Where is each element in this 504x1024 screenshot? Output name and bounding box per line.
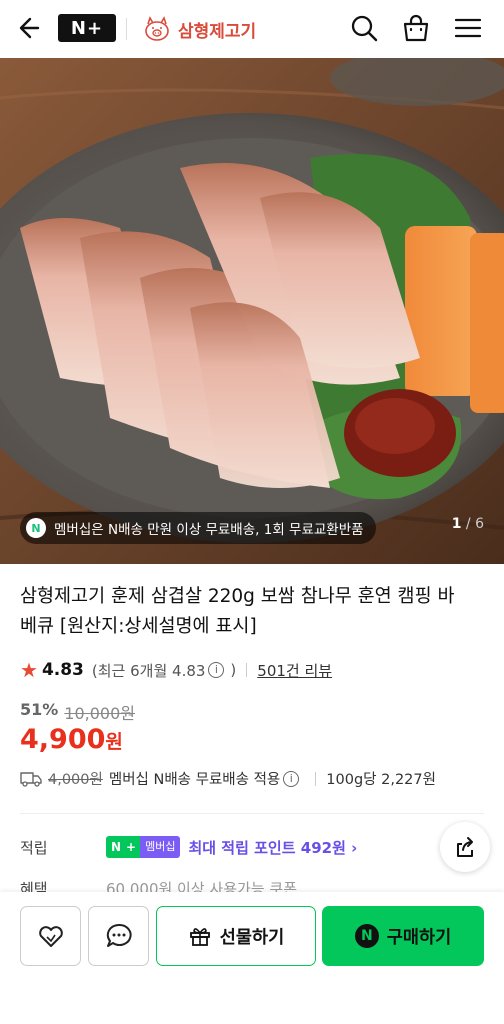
discount-row: 51% 10,000원 bbox=[20, 700, 135, 724]
shopping-bag-icon[interactable] bbox=[400, 12, 432, 44]
bottom-action-bar: 선물하기 N 구매하기 bbox=[0, 892, 504, 1024]
back-arrow-icon[interactable] bbox=[16, 12, 48, 44]
discount-rate: 51% bbox=[20, 700, 59, 719]
unit-price: 100g당 2,227원 bbox=[326, 772, 436, 788]
naver-n-badge: N bbox=[26, 518, 46, 538]
chat-bubble-icon bbox=[106, 923, 132, 947]
points-label: 적립 bbox=[20, 838, 48, 857]
product-title: 삼형제고기 훈제 삼겹살 220g 보쌈 참나무 훈연 캠핑 바베큐 [원산지:… bbox=[20, 586, 455, 637]
original-price: 10,000원 bbox=[64, 704, 136, 723]
menu-icon[interactable] bbox=[452, 12, 484, 44]
review-link[interactable]: 501건 리뷰 bbox=[257, 660, 332, 681]
divider bbox=[315, 771, 317, 786]
badge-n: N bbox=[106, 836, 127, 858]
search-icon[interactable] bbox=[348, 12, 380, 44]
max-points-link[interactable]: 최대 적립 포인트 492원 › bbox=[188, 837, 357, 858]
pager-current: 1 bbox=[451, 516, 462, 532]
shipping-text: 멤버십 N배송 무료배송 적용 bbox=[108, 772, 281, 788]
brand-logo[interactable]: 삼형제고기 bbox=[142, 14, 256, 44]
share-icon bbox=[457, 837, 473, 857]
buy-label: 구매하기 bbox=[386, 927, 452, 948]
section-divider bbox=[20, 813, 484, 814]
truck-icon bbox=[20, 771, 42, 787]
divider bbox=[246, 663, 248, 677]
sale-price: 4,900원 bbox=[20, 724, 123, 755]
gift-button[interactable]: 선물하기 bbox=[156, 906, 316, 966]
rating-row: ★ 4.83 (최근 6개월 4.83 i ) 501건 리뷰 bbox=[20, 658, 332, 682]
share-button[interactable] bbox=[440, 822, 490, 872]
top-header: N+ 삼형제고기 bbox=[0, 0, 504, 58]
sale-price-unit: 원 bbox=[105, 731, 123, 753]
shipping-info-icon[interactable]: i bbox=[283, 770, 300, 787]
image-pager: 1 / 6 bbox=[451, 516, 484, 532]
star-icon: ★ bbox=[20, 658, 38, 682]
badge-member: 멤버십 bbox=[140, 836, 181, 858]
points-row: 적립 N + 멤버십 최대 적립 포인트 492원 › bbox=[20, 836, 357, 858]
shipping-fee-original: 4,000원 bbox=[48, 772, 103, 788]
talk-button[interactable] bbox=[88, 906, 149, 966]
notice-text: 멤버십은 N배송 만원 이상 무료배송, 1회 무료교환반품 bbox=[54, 522, 364, 538]
gift-label: 선물하기 bbox=[219, 927, 285, 948]
wishlist-button[interactable] bbox=[20, 906, 81, 966]
gift-icon bbox=[189, 928, 210, 946]
brand-name: 삼형제고기 bbox=[178, 21, 257, 42]
badge-plus: + bbox=[126, 836, 141, 858]
buy-button[interactable]: N 구매하기 bbox=[322, 906, 484, 966]
pig-icon bbox=[145, 16, 169, 41]
heart-icon bbox=[38, 926, 63, 947]
nplus-logo[interactable]: N+ bbox=[58, 14, 116, 42]
info-icon[interactable]: i bbox=[208, 662, 225, 678]
pager-total: 6 bbox=[475, 516, 484, 532]
recent-rating: (최근 6개월 4.83 bbox=[91, 661, 206, 680]
shipping-row: 4,000원 멤버십 N배송 무료배송 적용 i 100g당 2,227원 bbox=[20, 768, 436, 789]
header-divider bbox=[126, 18, 127, 40]
membership-badge: N + 멤버십 bbox=[106, 836, 181, 858]
naver-pay-icon: N bbox=[354, 924, 379, 948]
smoked-pork-photo bbox=[0, 58, 504, 564]
sale-price-value: 4,900 bbox=[20, 724, 106, 755]
membership-notice: N 멤버십은 N배송 만원 이상 무료배송, 1회 무료교환반품 bbox=[20, 512, 376, 544]
rating-score: 4.83 bbox=[41, 660, 84, 680]
product-image[interactable] bbox=[0, 58, 504, 564]
recent-rating-close: ) bbox=[230, 661, 237, 679]
